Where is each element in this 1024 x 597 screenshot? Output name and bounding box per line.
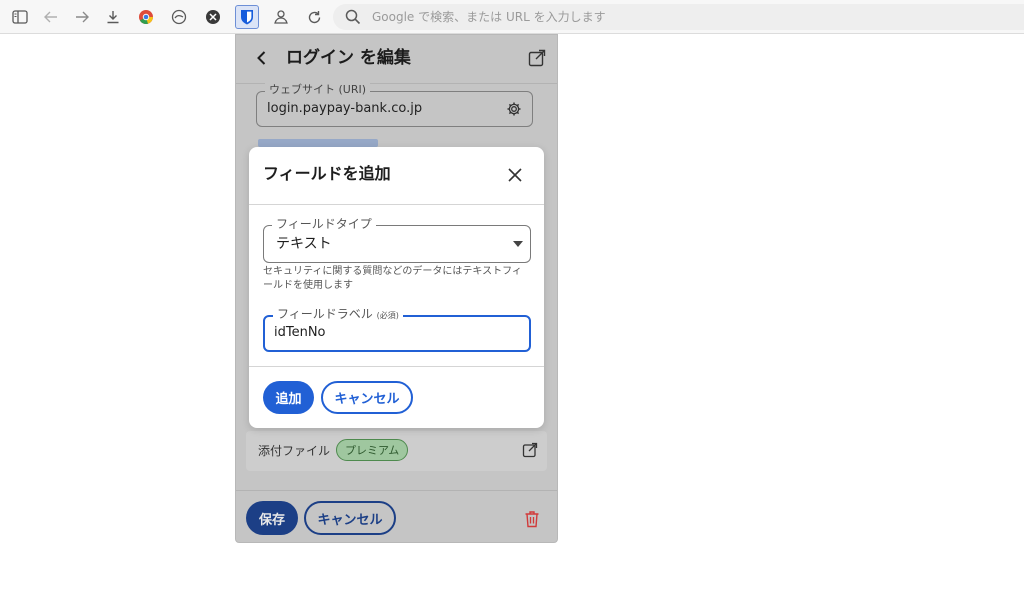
field-label-legend: フィールドラベル (必須): [273, 307, 403, 323]
profile-icon[interactable]: [271, 7, 291, 27]
uri-field[interactable]: ウェブサイト (URI) login.paypay-bank.co.jp: [256, 83, 533, 127]
uri-value: login.paypay-bank.co.jp: [267, 101, 423, 116]
back-icon[interactable]: [252, 48, 272, 68]
address-bar[interactable]: Google で検索、または URL を入力します: [333, 4, 1024, 30]
gear-icon[interactable]: [506, 101, 522, 117]
extension-x-icon[interactable]: [203, 7, 223, 27]
add-button[interactable]: 追加: [263, 381, 314, 414]
attachments-label: 添付ファイル: [258, 444, 331, 458]
dialog-title: フィールドを追加: [263, 164, 391, 183]
search-icon: [345, 9, 361, 25]
close-icon[interactable]: [506, 166, 524, 184]
popup-footer: 保存 キャンセル: [236, 490, 557, 542]
chevron-down-icon: [513, 241, 523, 247]
field-type-label: フィールドタイプ: [272, 217, 376, 231]
field-type-help-text: セキュリティに関する質問などのデータにはテキストフィールドを使用します: [263, 266, 522, 291]
page-title: ログイン を編集: [286, 48, 411, 68]
attachments-section: 添付ファイル プレミアム: [246, 431, 547, 471]
bitwarden-icon[interactable]: [235, 5, 259, 29]
back-arrow-icon[interactable]: [41, 7, 61, 27]
popup-cancel-button[interactable]: キャンセル: [304, 501, 396, 535]
trash-icon[interactable]: [524, 510, 540, 528]
attachments-popout-icon[interactable]: [522, 442, 538, 458]
field-type-value: テキスト: [276, 236, 332, 252]
chrome-icon[interactable]: [136, 7, 156, 27]
popout-icon[interactable]: [528, 49, 546, 67]
add-uri-link[interactable]: [258, 139, 378, 147]
add-field-dialog: フィールドを追加 フィールドタイプ テキスト セキュリティに関する質問などのデー…: [249, 147, 544, 428]
field-type-select[interactable]: フィールドタイプ テキスト: [263, 217, 531, 263]
uri-label: ウェブサイト (URI): [265, 83, 371, 97]
browser-toolbar: Google で検索、または URL を入力します: [0, 0, 1024, 34]
dialog-footer: 追加 キャンセル: [249, 366, 544, 428]
dialog-header: フィールドを追加: [249, 147, 544, 205]
premium-badge: プレミアム: [336, 439, 409, 461]
reload-icon[interactable]: [304, 7, 324, 27]
forward-arrow-icon[interactable]: [72, 7, 92, 27]
popup-header: ログイン を編集: [236, 35, 557, 84]
sidebar-icon[interactable]: [10, 7, 30, 27]
field-label-input[interactable]: フィールドラベル (必須) idTenNo: [263, 307, 531, 352]
required-marker: (必須): [376, 311, 399, 320]
address-placeholder: Google で検索、または URL を入力します: [372, 10, 606, 24]
field-label-value: idTenNo: [274, 325, 326, 340]
dialog-cancel-button[interactable]: キャンセル: [321, 381, 413, 414]
save-button[interactable]: 保存: [246, 501, 298, 535]
field-label-label: フィールドラベル: [277, 307, 373, 321]
extension-icon[interactable]: [169, 7, 189, 27]
download-icon[interactable]: [103, 7, 123, 27]
